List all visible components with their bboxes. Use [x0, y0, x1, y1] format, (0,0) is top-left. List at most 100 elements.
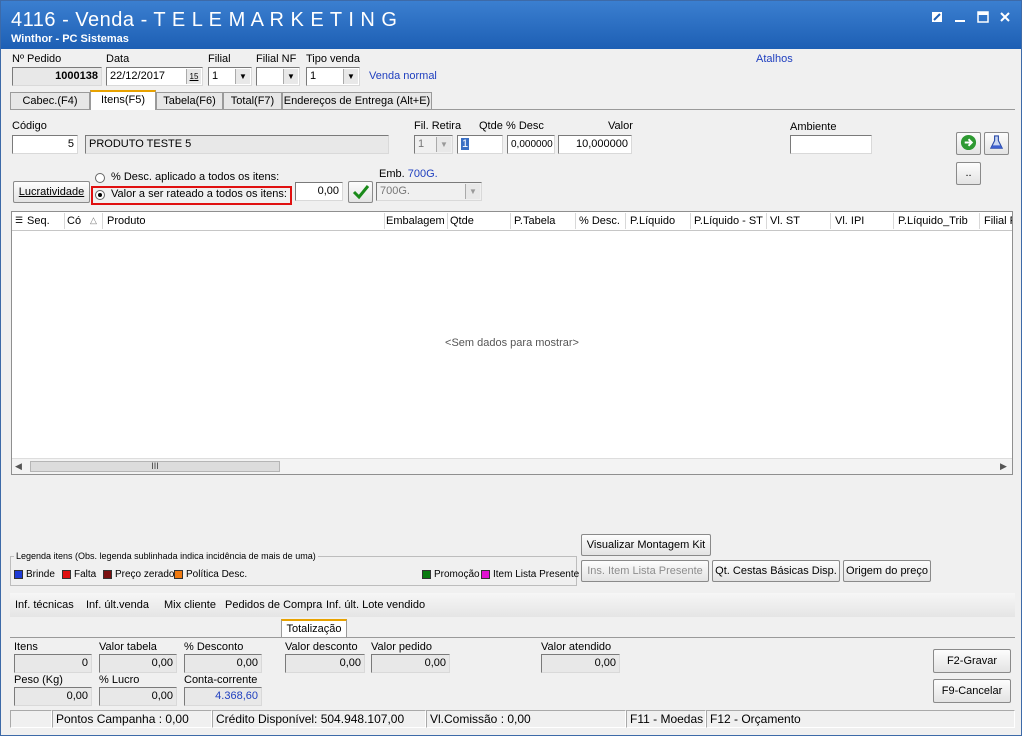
- mix-cliente-link[interactable]: Mix cliente: [164, 599, 216, 611]
- codigo-input[interactable]: 5: [12, 135, 78, 154]
- produto-description: PRODUTO TESTE 5: [85, 135, 389, 154]
- valor-pedido-label: Valor pedido: [371, 641, 432, 653]
- col-pliquido-st[interactable]: P.Líquido - ST: [694, 215, 763, 227]
- qt-cestas-button[interactable]: Qt. Cestas Básicas Disp.: [712, 560, 840, 582]
- atalhos-link[interactable]: Atalhos: [756, 53, 793, 65]
- filretira-label: Fil. Retira: [414, 120, 462, 132]
- close-icon[interactable]: [997, 11, 1013, 25]
- scroll-thumb[interactable]: III: [30, 461, 280, 472]
- info-links-bar: Inf. técnicas Inf. últ.venda Mix cliente…: [10, 593, 1015, 617]
- emb-link[interactable]: 700G.: [408, 168, 438, 180]
- origem-preco-button[interactable]: Origem do preço: [843, 560, 931, 582]
- qtde-value: 1: [461, 138, 470, 150]
- legend-title: Legenda itens (Obs. legenda sublinhada i…: [14, 551, 318, 561]
- col-pliquido[interactable]: P.Líquido: [630, 215, 675, 227]
- legend-promocao: Promoção: [422, 569, 480, 580]
- inf-ult-venda-link[interactable]: Inf. últ.venda: [86, 599, 149, 611]
- qtde-input[interactable]: 1: [457, 135, 503, 154]
- scroll-right-icon[interactable]: ▶: [1000, 461, 1007, 472]
- chevron-down-icon[interactable]: ▼: [235, 69, 250, 84]
- tabs-divider: [10, 109, 1015, 110]
- title-bar: 4116 - Venda - T E L E M A R K E T I N G…: [1, 1, 1021, 49]
- radio-valor[interactable]: [95, 190, 105, 200]
- lucratividade-label: Lucratividade: [18, 186, 85, 198]
- pct-lucro-field: 0,00: [99, 687, 177, 706]
- status-moedas[interactable]: F11 - Moedas: [626, 710, 706, 728]
- lucratividade-button[interactable]: Lucratividade: [13, 181, 90, 203]
- peso-field: 0,00: [14, 687, 92, 706]
- col-cod[interactable]: Cód: [67, 215, 81, 227]
- restore-icon[interactable]: [929, 11, 945, 25]
- valor-desconto-label: Valor desconto: [285, 641, 358, 653]
- ambiente-input[interactable]: [790, 135, 872, 154]
- cancelar-button[interactable]: F9-Cancelar: [933, 679, 1011, 703]
- valor-atendido-field: 0,00: [541, 654, 620, 673]
- scroll-grip: III: [151, 461, 159, 471]
- col-desc[interactable]: % Desc.: [579, 215, 620, 227]
- col-embalagem[interactable]: Embalagem: [386, 215, 445, 227]
- more-button[interactable]: ..: [956, 162, 981, 185]
- filialnf-select[interactable]: ▼: [256, 67, 300, 86]
- grid-horizontal-scrollbar[interactable]: ◀ III ▶: [12, 458, 1012, 474]
- flask-button[interactable]: [984, 132, 1009, 155]
- col-vlst[interactable]: Vl. ST: [770, 215, 800, 227]
- visualizar-montagem-button[interactable]: Visualizar Montagem Kit: [581, 534, 711, 556]
- flask-icon: [989, 135, 1004, 149]
- col-qtde[interactable]: Qtde: [450, 215, 474, 227]
- rateio-input[interactable]: 0,00: [295, 182, 343, 201]
- inf-ult-lote-link[interactable]: Inf. últ. Lote vendido: [326, 599, 425, 611]
- radio-desc[interactable]: [95, 173, 105, 183]
- chevron-down-icon[interactable]: ▼: [343, 69, 358, 84]
- tab-cabec[interactable]: Cabec.(F4): [10, 92, 90, 109]
- radio-desc-label: % Desc. aplicado a todos os itens:: [111, 171, 280, 183]
- itens-field: 0: [14, 654, 92, 673]
- window-subtitle: Winthor - PC Sistemas: [11, 33, 129, 45]
- tab-itens[interactable]: Itens(F5): [90, 90, 156, 110]
- filial-select[interactable]: 1 ▼: [208, 67, 252, 86]
- col-pliquido-trib[interactable]: P.Líquido_Trib: [898, 215, 968, 227]
- pct-desconto-label: % Desconto: [184, 641, 244, 653]
- status-bar: Pontos Campanha : 0,00 Crédito Disponíve…: [10, 710, 1015, 728]
- scroll-left-icon[interactable]: ◀: [15, 461, 22, 472]
- totals-divider: [10, 637, 1015, 638]
- tab-total[interactable]: Total(F7): [223, 92, 282, 109]
- swatch-icon: [14, 569, 23, 579]
- tab-enderecos[interactable]: Endereços de Entrega (Alt+E): [282, 92, 432, 109]
- col-vlipi[interactable]: Vl. IPI: [835, 215, 864, 227]
- tipovenda-select[interactable]: 1 ▼: [306, 67, 360, 86]
- radio-desc-option[interactable]: % Desc. aplicado a todos os itens:: [95, 171, 295, 185]
- radio-valor-option[interactable]: Valor a ser rateado a todos os itens:: [95, 188, 291, 202]
- filial-value: 1: [212, 70, 219, 82]
- emb-select: 700G. ▼: [376, 182, 482, 201]
- confirm-button[interactable]: [348, 181, 373, 203]
- minimize-icon[interactable]: [952, 11, 968, 25]
- data-field[interactable]: 22/12/2017 15: [106, 67, 203, 86]
- tab-totalizacao[interactable]: Totalização: [281, 619, 347, 638]
- col-produto[interactable]: Produto: [107, 215, 146, 227]
- maximize-icon[interactable]: [975, 11, 991, 25]
- status-orcamento[interactable]: F12 - Orçamento: [706, 710, 1015, 728]
- tipovenda-value: 1: [310, 70, 317, 82]
- tab-tabela[interactable]: Tabela(F6): [156, 92, 223, 109]
- desc-input[interactable]: 0,000000: [507, 135, 555, 154]
- pedidos-compra-link[interactable]: Pedidos de Compra: [225, 599, 322, 611]
- status-pontos: Pontos Campanha : 0,00: [52, 710, 212, 728]
- next-arrow-button[interactable]: [956, 132, 981, 155]
- valor-input[interactable]: 10,000000: [558, 135, 632, 154]
- filretira-value: 1: [418, 138, 425, 150]
- itens-label: Itens: [14, 641, 38, 653]
- col-seq[interactable]: Seq.: [27, 215, 50, 227]
- chevron-down-icon[interactable]: ▼: [283, 69, 298, 84]
- items-grid[interactable]: ☰ Seq. Cód △ Produto Embalagem Qtde P.Ta…: [11, 211, 1013, 475]
- column-chooser-icon[interactable]: ☰: [15, 215, 23, 226]
- swatch-icon: [174, 569, 183, 579]
- calendar-icon[interactable]: 15: [186, 69, 201, 84]
- valor-tabela-field: 0,00: [99, 654, 177, 673]
- emb-label-group: Emb. 700G.: [379, 168, 438, 180]
- gravar-button[interactable]: F2-Gravar: [933, 649, 1011, 673]
- col-filial[interactable]: Filial R: [984, 215, 1012, 227]
- inf-tecnicas-link[interactable]: Inf. técnicas: [15, 599, 74, 611]
- status-empty-panel: [10, 710, 52, 728]
- checkmark-icon: [352, 185, 369, 200]
- col-ptabela[interactable]: P.Tabela: [514, 215, 555, 227]
